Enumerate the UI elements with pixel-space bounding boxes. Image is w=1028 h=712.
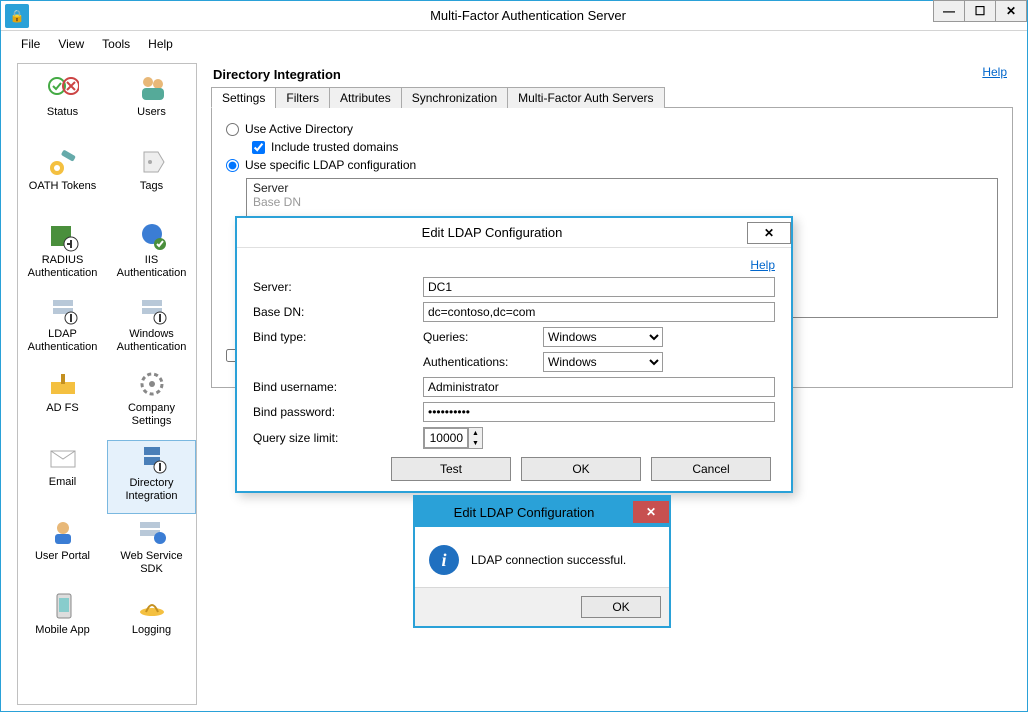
- radio-active-directory[interactable]: [226, 123, 239, 136]
- nav-tags-label: Tags: [140, 180, 163, 193]
- ok-button[interactable]: OK: [521, 457, 641, 481]
- msgbox-close-button[interactable]: ✕: [633, 501, 669, 523]
- tab-sync[interactable]: Synchronization: [401, 87, 508, 108]
- nav-windows-auth[interactable]: Windows Authentication: [107, 292, 196, 366]
- checkbox-trusted-domains[interactable]: [252, 141, 265, 154]
- input-binduser[interactable]: [423, 377, 775, 397]
- nav-email[interactable]: Email: [18, 440, 107, 514]
- tab-filters[interactable]: Filters: [275, 87, 330, 108]
- select-queries[interactable]: Windows: [543, 327, 663, 347]
- label-queries: Queries:: [423, 330, 543, 344]
- nav-users-label: Users: [137, 106, 166, 119]
- nav-adfs[interactable]: AD FS: [18, 366, 107, 440]
- nav-logging-label: Logging: [132, 624, 171, 637]
- nav-radius-label: RADIUS Authentication: [20, 254, 105, 280]
- nav-adfs-label: AD FS: [46, 402, 78, 415]
- spinner-up[interactable]: ▲: [469, 428, 482, 438]
- nav-company[interactable]: Company Settings: [107, 366, 196, 440]
- nav-radius[interactable]: RADIUS Authentication: [18, 218, 107, 292]
- label-bindtype: Bind type:: [253, 330, 423, 344]
- nav-mobile[interactable]: Mobile App: [18, 588, 107, 662]
- input-qsize[interactable]: [424, 428, 468, 448]
- radio-ldap[interactable]: [226, 159, 239, 172]
- nav-oath-label: OATH Tokens: [29, 180, 96, 193]
- nav-company-label: Company Settings: [109, 402, 194, 428]
- nav-di-label: Directory Integration: [110, 477, 193, 503]
- cancel-button[interactable]: Cancel: [651, 457, 771, 481]
- nav-sdk-label: Web Service SDK: [109, 550, 194, 576]
- nav-logging[interactable]: Logging: [107, 588, 196, 662]
- input-server[interactable]: [423, 277, 775, 297]
- label-server: Server:: [253, 280, 423, 294]
- nav-users[interactable]: Users: [107, 70, 196, 144]
- maximize-button[interactable]: ☐: [964, 0, 996, 22]
- nav-web-sdk[interactable]: Web Service SDK: [107, 514, 196, 588]
- msgbox-text: LDAP connection successful.: [471, 553, 626, 567]
- tabbar: Settings Filters Attributes Synchronizat…: [211, 86, 1013, 108]
- test-button[interactable]: Test: [391, 457, 511, 481]
- nav-mobile-label: Mobile App: [35, 624, 89, 637]
- list-header-basedn: Base DN: [253, 195, 991, 209]
- nav-iis-label: IIS Authentication: [109, 254, 194, 280]
- menubar: File View Tools Help: [1, 31, 1027, 57]
- label-auths: Authentications:: [423, 355, 543, 369]
- label-trusted: Include trusted domains: [271, 140, 398, 154]
- list-header-server: Server: [253, 181, 991, 195]
- label-qsize: Query size limit:: [253, 431, 423, 445]
- ldap-dialog: Edit LDAP Configuration ✕ Help Server: B…: [235, 216, 793, 493]
- minimize-button[interactable]: —: [933, 0, 965, 22]
- menu-tools[interactable]: Tools: [102, 37, 130, 51]
- app-icon: 🔒: [5, 4, 29, 28]
- titlebar: 🔒 Multi-Factor Authentication Server — ☐…: [1, 1, 1027, 31]
- tab-mfa-servers[interactable]: Multi-Factor Auth Servers: [507, 87, 664, 108]
- window-title: Multi-Factor Authentication Server: [29, 8, 1027, 23]
- info-icon: i: [429, 545, 459, 575]
- label-ad: Use Active Directory: [245, 122, 353, 136]
- nav-tags[interactable]: Tags: [107, 144, 196, 218]
- sidebar: Status Users OATH Tokens Tags RADIUS Aut…: [17, 63, 197, 705]
- msgbox-title: Edit LDAP Configuration: [415, 505, 633, 520]
- nav-ldap[interactable]: LDAP Authentication: [18, 292, 107, 366]
- nav-ldap-label: LDAP Authentication: [20, 328, 105, 354]
- tab-attributes[interactable]: Attributes: [329, 87, 402, 108]
- nav-oath[interactable]: OATH Tokens: [18, 144, 107, 218]
- ldap-dialog-close-button[interactable]: ✕: [747, 222, 791, 244]
- spinner-qsize[interactable]: ▲▼: [423, 427, 483, 449]
- msgbox-ok-button[interactable]: OK: [581, 596, 661, 618]
- msgbox: Edit LDAP Configuration ✕ i LDAP connect…: [413, 495, 671, 628]
- select-auths[interactable]: Windows: [543, 352, 663, 372]
- label-basedn: Base DN:: [253, 305, 423, 319]
- nav-email-label: Email: [49, 476, 77, 489]
- input-basedn[interactable]: [423, 302, 775, 322]
- nav-user-portal[interactable]: User Portal: [18, 514, 107, 588]
- nav-iis[interactable]: IIS Authentication: [107, 218, 196, 292]
- input-bindpass[interactable]: [423, 402, 775, 422]
- spinner-down[interactable]: ▼: [469, 438, 482, 448]
- label-ldap: Use specific LDAP configuration: [245, 158, 416, 172]
- menu-view[interactable]: View: [58, 37, 84, 51]
- close-button[interactable]: ✕: [995, 0, 1027, 22]
- menu-help[interactable]: Help: [148, 37, 173, 51]
- nav-status[interactable]: Status: [18, 70, 107, 144]
- nav-portal-label: User Portal: [35, 550, 90, 563]
- help-link[interactable]: Help: [982, 65, 1007, 79]
- label-binduser: Bind username:: [253, 380, 423, 394]
- page-title: Directory Integration: [211, 65, 1013, 86]
- nav-status-label: Status: [47, 106, 78, 119]
- nav-directory-integration[interactable]: Directory Integration: [107, 440, 196, 514]
- tab-settings[interactable]: Settings: [211, 87, 276, 108]
- ldap-dialog-title: Edit LDAP Configuration: [237, 225, 747, 240]
- menu-file[interactable]: File: [21, 37, 40, 51]
- nav-windows-label: Windows Authentication: [109, 328, 194, 354]
- label-bindpass: Bind password:: [253, 405, 423, 419]
- ldap-dialog-help-link[interactable]: Help: [253, 258, 775, 272]
